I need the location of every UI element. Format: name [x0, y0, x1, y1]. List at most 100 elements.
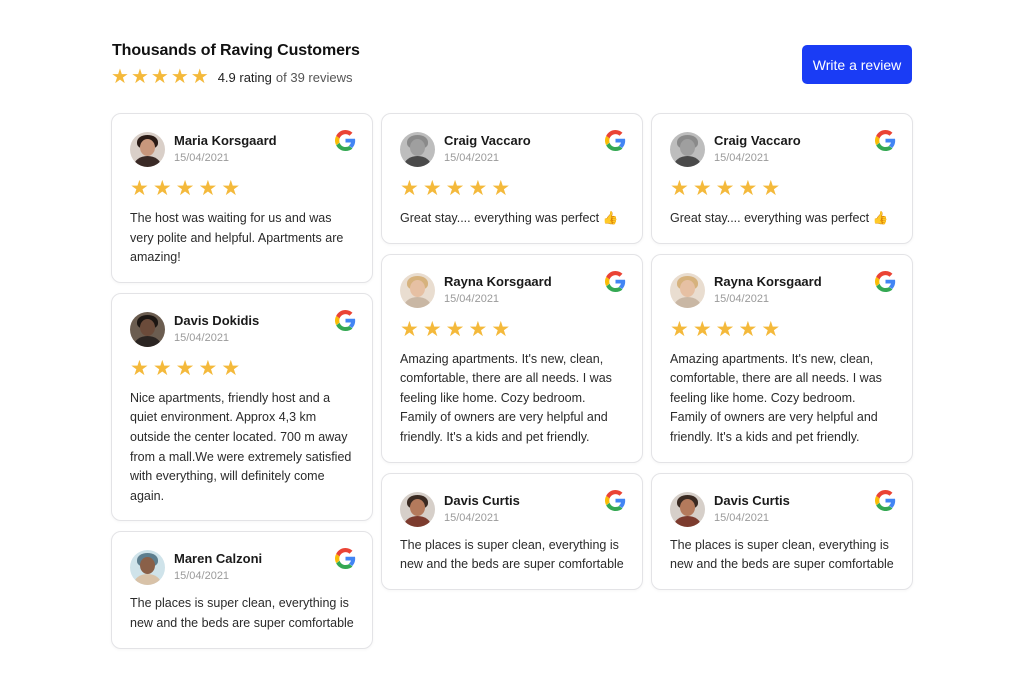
star-icon: ★ [152, 177, 172, 200]
review-card: Davis Curtis 15/04/2021 The places is supe… [651, 472, 913, 590]
star-icon: ★ [468, 317, 488, 341]
google-icon [875, 130, 896, 151]
review-stars: ★ ★ ★ ★ ★ [400, 178, 624, 200]
google-icon [605, 130, 626, 151]
review-date: 15/04/2021 [444, 152, 500, 164]
reviewer-name: Craig Vaccaro [444, 133, 531, 148]
avatar [130, 550, 165, 586]
review-column: Craig Vaccaro 15/04/2021 ★ ★ ★ ★ ★ Great stay..… [381, 113, 643, 600]
review-card: Craig Vaccaro 15/04/2021 ★ ★ ★ ★ ★ Great stay..… [381, 113, 643, 244]
review-date: 15/04/2021 [444, 292, 500, 305]
star-icon: ★ [190, 66, 209, 88]
review-date: 15/04/2021 [714, 511, 770, 524]
review-header: Craig Vaccaro 15/04/2021 [400, 132, 624, 167]
reviewer-name: Rayna Korsgaard [714, 273, 822, 289]
star-icon: ★ [491, 177, 511, 200]
google-icon [335, 130, 356, 151]
review-header: Maria Korsgaard 15/04/2021 [130, 132, 354, 167]
reviewer-name: Maren Calzoni [174, 551, 263, 567]
review-card: Maren Calzoni 15/04/2021 The places is sup… [111, 531, 373, 649]
star-icon: ★ [111, 66, 129, 88]
star-icon: ★ [445, 177, 465, 200]
review-text: The host was waiting for us and was very… [130, 211, 344, 265]
review-header: Rayna Korsgaard 15/04/2021 [400, 272, 624, 308]
star-icon: ★ [175, 356, 195, 380]
star-icon: ★ [130, 66, 149, 88]
review-card: Rayna Korsgaard 15/04/2021 ★ ★ ★ ★ ★ Amazing ap… [381, 253, 643, 463]
google-icon [605, 270, 626, 292]
avatar [670, 272, 705, 308]
review-column: Craig Vaccaro 15/04/2021 ★ ★ ★ ★ ★ Great stay..… [651, 113, 913, 600]
reviewer-name: Davis Curtis [714, 492, 790, 508]
star-icon: ★ [221, 356, 241, 380]
star-icon: ★ [692, 317, 712, 341]
review-date: 15/04/2021 [714, 152, 770, 164]
avatar [400, 272, 435, 308]
review-count: of 39 reviews [275, 69, 353, 85]
star-icon: ★ [761, 177, 781, 200]
summary-stars: ★ ★ ★ ★ ★ [111, 67, 209, 87]
star-icon: ★ [468, 177, 488, 200]
review-card: Maria Korsgaard 15/04/2021 ★ ★ ★ ★ ★ The host w… [111, 113, 373, 283]
review-header: Craig Vaccaro 15/04/2021 [670, 132, 894, 167]
star-icon: ★ [692, 177, 712, 200]
star-icon: ★ [670, 317, 689, 341]
star-icon: ★ [152, 356, 172, 380]
review-date: 15/04/2021 [174, 570, 230, 583]
review-text: Nice apartments, friendly host and a qui… [130, 390, 352, 503]
avatar [400, 132, 435, 167]
star-icon: ★ [738, 317, 758, 341]
review-text: The places is super clean, everything is… [130, 596, 354, 630]
star-icon: ★ [198, 177, 218, 200]
review-text: Amazing apartments. It's new, clean, com… [400, 351, 612, 444]
review-card: Davis Dokidis 15/04/2021 ★ ★ ★ ★ ★ Nice apartme… [111, 292, 373, 522]
review-stars: ★ ★ ★ ★ ★ [670, 317, 894, 341]
review-card: Rayna Korsgaard 15/04/2021 ★ ★ ★ ★ ★ Amazing ap… [651, 253, 913, 463]
review-text: Amazing apartments. It's new, clean, com… [670, 351, 882, 444]
star-icon: ★ [670, 177, 689, 200]
star-icon: ★ [422, 177, 442, 200]
review-text: The places is super clean, everything is… [400, 537, 624, 572]
star-icon: ★ [400, 177, 419, 200]
star-icon: ★ [130, 177, 149, 200]
review-header: Davis Dokidis 15/04/2021 [130, 311, 354, 347]
review-card: Davis Curtis 15/04/2021 The places is supe… [381, 472, 643, 590]
review-card: Craig Vaccaro 15/04/2021 ★ ★ ★ ★ ★ Great stay..… [651, 113, 913, 244]
write-review-button[interactable]: Write a review [802, 45, 912, 84]
star-icon: ★ [445, 317, 465, 341]
star-icon: ★ [400, 317, 419, 341]
review-date: 15/04/2021 [444, 511, 500, 524]
google-icon [605, 489, 626, 511]
google-icon [875, 489, 896, 511]
avatar [400, 491, 435, 527]
google-icon [875, 270, 896, 292]
reviewer-name: Davis Dokidis [174, 312, 260, 328]
reviewer-name: Rayna Korsgaard [444, 273, 552, 289]
reviewer-name: Maria Korsgaard [174, 133, 277, 148]
avatar [130, 132, 165, 167]
star-icon: ★ [130, 356, 149, 380]
review-stars: ★ ★ ★ ★ ★ [130, 178, 354, 200]
rating-value: 4.9 rating [217, 69, 272, 85]
star-icon: ★ [198, 356, 218, 380]
avatar [670, 132, 705, 167]
page-title: Thousands of Raving Customers [112, 42, 360, 59]
review-stars: ★ ★ ★ ★ ★ [130, 356, 354, 380]
star-icon: ★ [491, 317, 511, 341]
star-icon: ★ [422, 317, 442, 341]
rating-summary: ★ ★ ★ ★ ★ 4.9 rating of 39 reviews [111, 67, 352, 87]
review-date: 15/04/2021 [174, 152, 230, 164]
star-icon: ★ [761, 317, 781, 341]
star-icon: ★ [738, 177, 758, 200]
review-text: Great stay.... everything was perfect 👍 [670, 211, 889, 225]
star-icon: ★ [170, 66, 189, 88]
review-header: Maren Calzoni 15/04/2021 [130, 550, 354, 586]
star-icon: ★ [150, 66, 169, 88]
google-icon [335, 548, 356, 570]
avatar [670, 491, 705, 527]
review-stars: ★ ★ ★ ★ ★ [400, 317, 624, 341]
review-header: Davis Curtis 15/04/2021 [400, 491, 624, 527]
review-stars: ★ ★ ★ ★ ★ [670, 178, 894, 200]
review-header: Rayna Korsgaard 15/04/2021 [670, 272, 894, 308]
star-icon: ★ [175, 177, 195, 200]
